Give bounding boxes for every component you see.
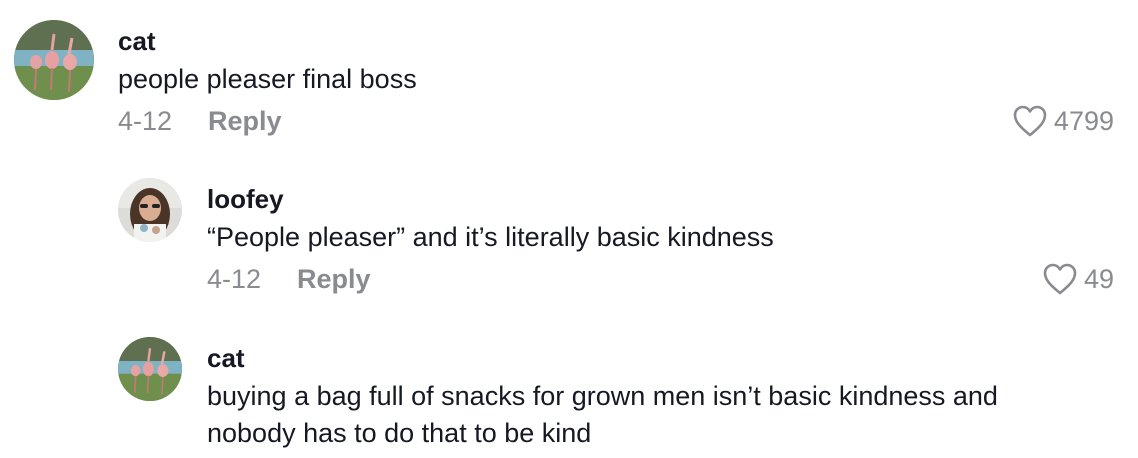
reply-button[interactable]: Reply (208, 106, 282, 137)
reply-button[interactable]: Reply (297, 264, 371, 295)
avatar-loofey[interactable] (118, 178, 182, 242)
like-count: 49 (1083, 263, 1114, 294)
like-button[interactable]: 4799 (1012, 104, 1114, 138)
avatar-cat[interactable] (118, 337, 182, 401)
comment-2: loofey “People pleaser” and it’s literal… (0, 150, 1138, 310)
comment-username[interactable]: loofey (207, 184, 284, 215)
comment-date: 4-12 (207, 264, 262, 294)
like-button[interactable]: 49 (1042, 262, 1114, 296)
flamingo-avatar-image (118, 337, 182, 401)
flamingo-avatar-image (14, 20, 94, 100)
comment-text: buying a bag full of snacks for grown me… (207, 381, 998, 448)
comment-1: cat people pleaser final boss 4-12 Reply… (0, 0, 1138, 150)
comment-text: “People pleaser” and it’s literally basi… (207, 222, 774, 252)
portrait-avatar-image (118, 178, 182, 242)
comment-username[interactable]: cat (207, 343, 245, 374)
heart-outline-icon (1043, 263, 1077, 295)
comment-date: 4-12 (118, 106, 173, 136)
comment-username[interactable]: cat (118, 26, 156, 57)
heart-outline-icon (1013, 105, 1047, 137)
avatar-cat[interactable] (14, 20, 94, 100)
comment-text: people pleaser final boss (118, 64, 417, 94)
like-count: 4799 (1053, 105, 1114, 136)
comment-3: cat buying a bag full of snacks for grow… (0, 310, 1138, 458)
